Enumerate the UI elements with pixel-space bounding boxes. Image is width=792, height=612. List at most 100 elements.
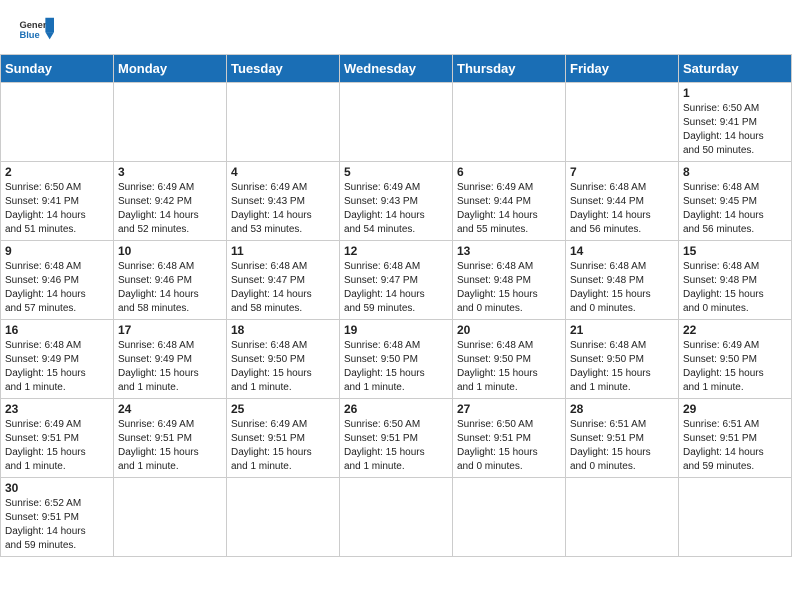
day-info: Sunrise: 6:50 AM Sunset: 9:41 PM Dayligh…: [5, 181, 109, 237]
day-number: 2: [5, 165, 109, 179]
day-number: 29: [683, 402, 787, 416]
header-wednesday: Wednesday: [340, 55, 453, 83]
day-cell: 8 Sunrise: 6:48 AM Sunset: 9:45 PM Daylig…: [679, 162, 792, 241]
day-cell: [1, 83, 114, 162]
day-cell: 16Sunrise: 6:48 AM Sunset: 9:49 PM Dayli…: [1, 320, 114, 399]
day-number: 3: [118, 165, 222, 179]
day-cell: 15Sunrise: 6:48 AM Sunset: 9:48 PM Dayli…: [679, 241, 792, 320]
header-saturday: Saturday: [679, 55, 792, 83]
day-cell: [453, 478, 566, 557]
day-cell: 12Sunrise: 6:48 AM Sunset: 9:47 PM Dayli…: [340, 241, 453, 320]
day-number: 5: [344, 165, 448, 179]
day-cell: [114, 478, 227, 557]
week-row-2: 9 Sunrise: 6:48 AM Sunset: 9:46 PM Daylig…: [1, 241, 792, 320]
day-cell: 2 Sunrise: 6:50 AM Sunset: 9:41 PM Daylig…: [1, 162, 114, 241]
day-cell: [227, 478, 340, 557]
day-info: Sunrise: 6:49 AM Sunset: 9:42 PM Dayligh…: [118, 181, 222, 237]
day-info: Sunrise: 6:49 AM Sunset: 9:43 PM Dayligh…: [344, 181, 448, 237]
day-cell: 11 Sunrise: 6:48 AM Sunset: 9:47 PM Dayli…: [227, 241, 340, 320]
week-row-0: 1Sunrise: 6:50 AM Sunset: 9:41 PM Daylig…: [1, 83, 792, 162]
day-number: 8: [683, 165, 787, 179]
day-number: 20: [457, 323, 561, 337]
day-info: Sunrise: 6:48 AM Sunset: 9:46 PM Dayligh…: [118, 260, 222, 316]
day-cell: [114, 83, 227, 162]
day-number: 17: [118, 323, 222, 337]
day-cell: 3 Sunrise: 6:49 AM Sunset: 9:42 PM Daylig…: [114, 162, 227, 241]
day-cell: [340, 478, 453, 557]
day-cell: 30 Sunrise: 6:52 AM Sunset: 9:51 PM Dayli…: [1, 478, 114, 557]
day-cell: 26 Sunrise: 6:50 AM Sunset: 9:51 PM Dayli…: [340, 399, 453, 478]
day-info: Sunrise: 6:50 AM Sunset: 9:51 PM Dayligh…: [344, 418, 448, 474]
day-info: Sunrise: 6:48 AM Sunset: 9:50 PM Dayligh…: [457, 339, 561, 395]
day-info: Sunrise: 6:48 AM Sunset: 9:47 PM Dayligh…: [231, 260, 335, 316]
day-cell: 4 Sunrise: 6:49 AM Sunset: 9:43 PM Daylig…: [227, 162, 340, 241]
day-number: 23: [5, 402, 109, 416]
day-cell: 24 Sunrise: 6:49 AM Sunset: 9:51 PM Dayli…: [114, 399, 227, 478]
day-cell: 22Sunrise: 6:49 AM Sunset: 9:50 PM Dayli…: [679, 320, 792, 399]
header-sunday: Sunday: [1, 55, 114, 83]
day-number: 4: [231, 165, 335, 179]
day-number: 28: [570, 402, 674, 416]
day-number: 15: [683, 244, 787, 258]
day-cell: [566, 83, 679, 162]
day-number: 30: [5, 481, 109, 495]
day-cell: 27 Sunrise: 6:50 AM Sunset: 9:51 PM Dayli…: [453, 399, 566, 478]
svg-text:Blue: Blue: [19, 30, 39, 40]
day-number: 25: [231, 402, 335, 416]
header-thursday: Thursday: [453, 55, 566, 83]
day-cell: 13Sunrise: 6:48 AM Sunset: 9:48 PM Dayli…: [453, 241, 566, 320]
day-cell: 14Sunrise: 6:48 AM Sunset: 9:48 PM Dayli…: [566, 241, 679, 320]
day-number: 9: [5, 244, 109, 258]
day-info: Sunrise: 6:49 AM Sunset: 9:51 PM Dayligh…: [5, 418, 109, 474]
day-number: 13: [457, 244, 561, 258]
header-friday: Friday: [566, 55, 679, 83]
day-cell: 19Sunrise: 6:48 AM Sunset: 9:50 PM Dayli…: [340, 320, 453, 399]
day-cell: 29 Sunrise: 6:51 AM Sunset: 9:51 PM Dayli…: [679, 399, 792, 478]
day-cell: [453, 83, 566, 162]
day-info: Sunrise: 6:48 AM Sunset: 9:49 PM Dayligh…: [118, 339, 222, 395]
day-info: Sunrise: 6:48 AM Sunset: 9:47 PM Dayligh…: [344, 260, 448, 316]
day-info: Sunrise: 6:49 AM Sunset: 9:44 PM Dayligh…: [457, 181, 561, 237]
day-cell: 9Sunrise: 6:48 AM Sunset: 9:46 PM Daylig…: [1, 241, 114, 320]
day-number: 6: [457, 165, 561, 179]
day-number: 11: [231, 244, 335, 258]
day-cell: 5 Sunrise: 6:49 AM Sunset: 9:43 PM Daylig…: [340, 162, 453, 241]
day-info: Sunrise: 6:48 AM Sunset: 9:49 PM Dayligh…: [5, 339, 109, 395]
day-info: Sunrise: 6:51 AM Sunset: 9:51 PM Dayligh…: [683, 418, 787, 474]
day-info: Sunrise: 6:49 AM Sunset: 9:51 PM Dayligh…: [231, 418, 335, 474]
day-number: 24: [118, 402, 222, 416]
day-info: Sunrise: 6:49 AM Sunset: 9:51 PM Dayligh…: [118, 418, 222, 474]
day-number: 10: [118, 244, 222, 258]
week-row-3: 16Sunrise: 6:48 AM Sunset: 9:49 PM Dayli…: [1, 320, 792, 399]
day-info: Sunrise: 6:50 AM Sunset: 9:51 PM Dayligh…: [457, 418, 561, 474]
day-cell: 6 Sunrise: 6:49 AM Sunset: 9:44 PM Daylig…: [453, 162, 566, 241]
week-row-4: 23 Sunrise: 6:49 AM Sunset: 9:51 PM Dayli…: [1, 399, 792, 478]
day-number: 27: [457, 402, 561, 416]
day-number: 14: [570, 244, 674, 258]
header: General Blue: [0, 0, 792, 54]
day-cell: [566, 478, 679, 557]
day-cell: 21 Sunrise: 6:48 AM Sunset: 9:50 PM Dayli…: [566, 320, 679, 399]
day-cell: 20 Sunrise: 6:48 AM Sunset: 9:50 PM Dayli…: [453, 320, 566, 399]
day-cell: 23 Sunrise: 6:49 AM Sunset: 9:51 PM Dayli…: [1, 399, 114, 478]
day-number: 26: [344, 402, 448, 416]
day-info: Sunrise: 6:52 AM Sunset: 9:51 PM Dayligh…: [5, 497, 109, 553]
day-cell: [679, 478, 792, 557]
logo-icon: General Blue: [18, 12, 54, 48]
header-monday: Monday: [114, 55, 227, 83]
day-info: Sunrise: 6:49 AM Sunset: 9:43 PM Dayligh…: [231, 181, 335, 237]
day-info: Sunrise: 6:48 AM Sunset: 9:50 PM Dayligh…: [570, 339, 674, 395]
calendar-header-row: SundayMondayTuesdayWednesdayThursdayFrid…: [1, 55, 792, 83]
day-number: 1: [683, 86, 787, 100]
logo: General Blue: [18, 12, 54, 48]
day-info: Sunrise: 6:51 AM Sunset: 9:51 PM Dayligh…: [570, 418, 674, 474]
header-tuesday: Tuesday: [227, 55, 340, 83]
day-info: Sunrise: 6:48 AM Sunset: 9:50 PM Dayligh…: [231, 339, 335, 395]
day-number: 21: [570, 323, 674, 337]
day-cell: 28 Sunrise: 6:51 AM Sunset: 9:51 PM Dayli…: [566, 399, 679, 478]
week-row-5: 30 Sunrise: 6:52 AM Sunset: 9:51 PM Dayli…: [1, 478, 792, 557]
day-cell: 18Sunrise: 6:48 AM Sunset: 9:50 PM Dayli…: [227, 320, 340, 399]
day-number: 7: [570, 165, 674, 179]
day-cell: 7Sunrise: 6:48 AM Sunset: 9:44 PM Daylig…: [566, 162, 679, 241]
day-info: Sunrise: 6:48 AM Sunset: 9:45 PM Dayligh…: [683, 181, 787, 237]
